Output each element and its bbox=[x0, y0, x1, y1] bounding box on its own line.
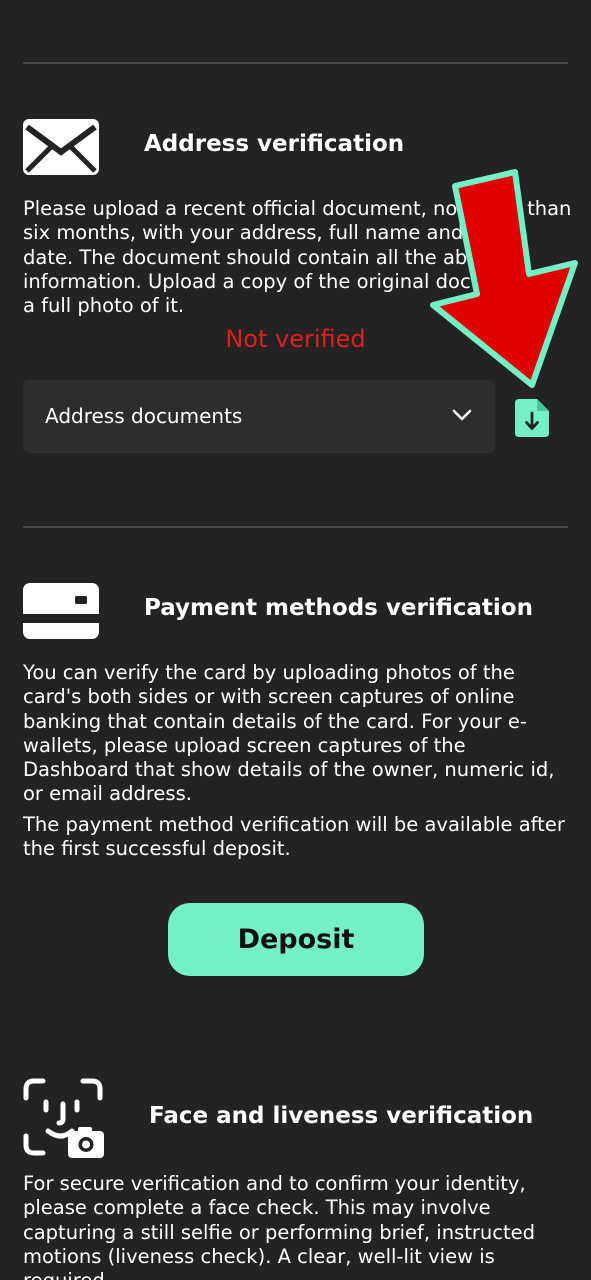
section-divider bbox=[23, 62, 568, 64]
credit-card-icon bbox=[23, 583, 99, 643]
face-verification-description: For secure verification and to confirm y… bbox=[23, 1172, 536, 1280]
address-verification-title: Address verification bbox=[144, 131, 405, 157]
file-download-icon bbox=[515, 399, 549, 437]
payment-verification-note: The payment method verification will be … bbox=[23, 813, 565, 861]
deposit-button[interactable]: Deposit bbox=[168, 903, 424, 976]
verification-status: Not verified bbox=[225, 325, 366, 353]
face-scan-camera-icon bbox=[23, 1078, 105, 1164]
face-verification-title: Face and liveness verification bbox=[149, 1103, 534, 1129]
envelope-icon bbox=[23, 119, 99, 179]
select-value: Address documents bbox=[45, 404, 243, 428]
payment-verification-title: Payment methods verification bbox=[144, 595, 533, 621]
chevron-down-icon bbox=[452, 409, 472, 421]
address-verification-description: Please upload a recent official document… bbox=[23, 197, 572, 318]
upload-document-button[interactable] bbox=[515, 399, 549, 437]
verification-page: Address verification Please upload a rec… bbox=[0, 0, 591, 1280]
payment-verification-description: You can verify the card by uploading pho… bbox=[23, 661, 555, 806]
section-divider bbox=[23, 526, 568, 528]
address-documents-select[interactable]: Address documents bbox=[23, 380, 495, 453]
